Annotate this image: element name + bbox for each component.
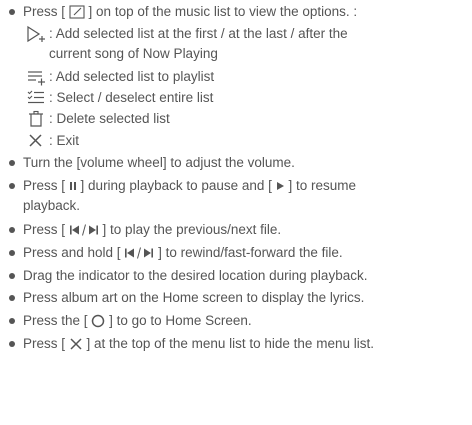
option-delete: : Delete selected list	[0, 109, 472, 129]
rewind-text-pre: Press and hold [	[23, 245, 121, 260]
list-item-home: Press the [ ] to go to Home Screen.	[0, 311, 472, 331]
rewind-text-post: ] to rewind/fast-forward the file.	[158, 245, 343, 260]
option-select-all: : Select / deselect entire list	[0, 88, 472, 108]
home-text-post: ] to go to Home Screen.	[109, 313, 252, 328]
pause-text-post: ] to resume	[288, 178, 356, 193]
bullet	[9, 295, 15, 301]
option-add-now-playing: : Add selected list at the first / at th…	[0, 24, 472, 44]
list-add-icon	[26, 68, 46, 86]
home-text-pre: Press the [	[23, 313, 88, 328]
hide-menu-text-post: ] at the top of the menu list to hide th…	[86, 336, 374, 351]
prev-next-text-pre: Press [	[23, 222, 66, 237]
bullet	[9, 273, 15, 279]
list-item-prev-next: Press [ ] to play the previous/next file…	[0, 220, 472, 240]
options-text-pre: Press [	[23, 4, 66, 19]
prev-next-text-post: ] to play the previous/next file.	[102, 222, 282, 237]
bullet	[9, 227, 15, 233]
bullet	[9, 318, 15, 324]
option-add-now-playing-text: : Add selected list at the first / at th…	[49, 26, 348, 41]
home-circle-icon	[91, 314, 105, 328]
option-add-playlist: : Add selected list to playlist	[0, 67, 472, 87]
pause-text-line2: playback.	[23, 198, 81, 213]
volume-text: Turn the [volume wheel] to adjust the vo…	[23, 155, 295, 170]
list-item-album-art: Press album art on the Home screen to di…	[0, 288, 472, 308]
list-item-pause: Press [ ] during playback to pause and […	[0, 176, 472, 196]
option-add-now-playing-cont: current song of Now Playing	[0, 44, 472, 64]
close-square-icon	[69, 337, 83, 351]
trash-icon	[26, 110, 46, 128]
bullet	[9, 160, 15, 166]
options-text-post: ] on top of the music list to view the o…	[88, 4, 358, 19]
list-item-options: Press [ ] on top of the music list to vi…	[0, 2, 472, 22]
option-exit: : Exit	[0, 131, 472, 151]
pause-icon	[69, 181, 77, 191]
option-select-all-text: : Select / deselect entire list	[49, 90, 214, 105]
hide-menu-text-pre: Press [	[23, 336, 66, 351]
play-plus-icon	[26, 25, 46, 43]
checklist-icon	[26, 89, 46, 107]
prev-next-icon	[124, 247, 154, 260]
pause-text-mid: ] during playback to pause and [	[80, 178, 272, 193]
drag-text: Drag the indicator to the desired locati…	[23, 268, 368, 283]
option-delete-text: : Delete selected list	[49, 111, 170, 126]
bullet	[9, 250, 15, 256]
option-add-now-playing-text-2: current song of Now Playing	[49, 46, 218, 61]
prev-next-icon	[69, 224, 99, 237]
bullet	[9, 9, 15, 15]
album-art-text: Press album art on the Home screen to di…	[23, 290, 365, 305]
list-item-rewind: Press and hold [ ] to rewind/fast-forwar…	[0, 243, 472, 263]
pause-text-pre: Press [	[23, 178, 66, 193]
play-icon	[276, 181, 285, 191]
instruction-list: Press [ ] on top of the music list to vi…	[0, 0, 472, 425]
list-item-volume: Turn the [volume wheel] to adjust the vo…	[0, 153, 472, 173]
close-x-icon	[26, 132, 46, 150]
bullet	[9, 341, 15, 347]
edit-square-icon	[69, 5, 85, 19]
option-exit-text: : Exit	[49, 133, 80, 148]
option-add-playlist-text: : Add selected list to playlist	[49, 69, 215, 84]
list-item-pause-cont: playback.	[0, 196, 472, 216]
list-item-drag: Drag the indicator to the desired locati…	[0, 266, 472, 286]
list-item-hide-menu: Press [ ] at the top of the menu list to…	[0, 334, 472, 354]
bullet	[9, 183, 15, 189]
